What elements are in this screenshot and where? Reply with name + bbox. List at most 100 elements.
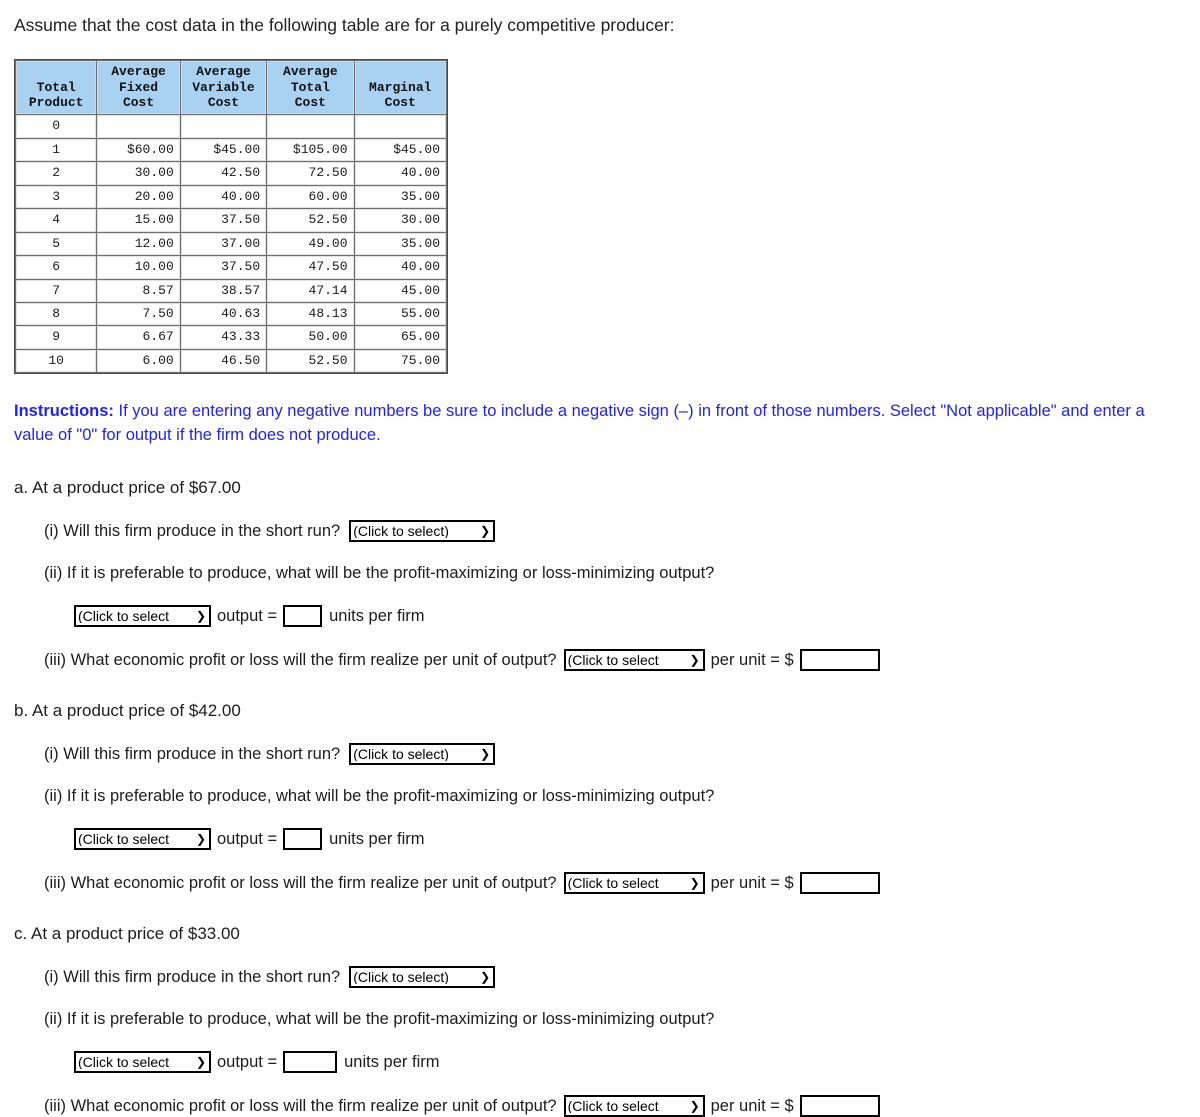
table-cell: 15.00 — [97, 209, 180, 232]
units-per-firm-label: units per firm — [344, 1052, 440, 1071]
short-run-produce-select-value: (Click to select) — [353, 747, 449, 762]
table-cell — [354, 115, 446, 138]
question-i-row: (i) Will this firm produce in the short … — [44, 966, 1200, 989]
chevron-down-icon: ❯ — [689, 876, 700, 891]
table-cell: 42.50 — [180, 162, 267, 185]
table-cell: 5 — [16, 232, 97, 256]
table-cell: 50.00 — [267, 326, 354, 349]
output-type-select[interactable]: (Click to select ❯ — [74, 828, 211, 851]
table-cell: $105.00 — [267, 138, 354, 162]
table-cell — [180, 115, 267, 138]
cost-table-header-cell: Average Fixed Cost — [97, 60, 180, 115]
profit-loss-type-select[interactable]: (Click to select ❯ — [563, 872, 705, 895]
profit-loss-type-select[interactable]: (Click to select ❯ — [563, 1095, 705, 1117]
table-cell: 40.00 — [180, 185, 267, 209]
per-unit-amount-input[interactable] — [799, 1095, 880, 1117]
table-row: 8 7.50 40.63 48.13 55.00 — [16, 302, 446, 326]
table-cell: 6.67 — [97, 326, 180, 349]
short-run-produce-select[interactable]: (Click to select) ❯ — [349, 520, 496, 543]
output-type-select-value: (Click to select — [78, 609, 170, 624]
per-unit-label: per unit = $ — [710, 650, 794, 669]
table-cell: 45.00 — [354, 279, 446, 302]
table-cell: 1 — [16, 138, 97, 162]
question-ii-row: (ii) If it is preferable to produce, wha… — [44, 564, 1200, 583]
table-row: 9 6.67 43.33 50.00 65.00 — [16, 326, 446, 349]
table-cell: 30.00 — [354, 209, 446, 232]
chevron-down-icon: ❯ — [480, 524, 491, 539]
cost-table-header-row: Total Product Average Fixed Cost Average Varia… — [16, 60, 446, 115]
chevron-down-icon: ❯ — [480, 747, 491, 762]
cost-table-body: 0 1 $60.00 $45.00 $105.00 $45.00 2 30.00 42.50 72… — [16, 115, 446, 373]
profit-loss-type-select[interactable]: (Click to select ❯ — [563, 649, 705, 672]
question-iii-row: (iii) What economic profit or loss will … — [44, 649, 1200, 672]
table-cell: 6 — [16, 256, 97, 279]
intro-text: Assume that the cost data in the followi… — [14, 15, 675, 35]
question-iii-text: (iii) What economic profit or loss will … — [44, 1096, 557, 1115]
instructions-body: If you are entering any negative numbers… — [14, 402, 1145, 445]
table-cell: 35.00 — [354, 185, 446, 209]
question-ii-answer-row: (Click to select ❯ output = units per fi… — [74, 828, 1200, 851]
table-cell: 65.00 — [354, 326, 446, 349]
chevron-down-icon: ❯ — [689, 653, 700, 668]
question-part-a: a. At a product price of $67.00 (i) Will… — [14, 478, 1200, 672]
table-cell: 10 — [16, 349, 97, 373]
question-parts: a. At a product price of $67.00 (i) Will… — [14, 478, 1200, 1117]
cost-table-header-cell: Average Total Cost — [267, 60, 354, 115]
output-quantity-input[interactable] — [283, 828, 323, 851]
question-ii-text: (ii) If it is preferable to produce, wha… — [44, 787, 715, 806]
short-run-produce-select[interactable]: (Click to select) ❯ — [349, 743, 496, 766]
table-cell: 30.00 — [97, 162, 180, 185]
table-cell: 3 — [16, 185, 97, 209]
table-cell: 40.63 — [180, 302, 267, 326]
part-heading: b. At a product price of $42.00 — [14, 701, 241, 721]
table-row: 2 30.00 42.50 72.50 40.00 — [16, 162, 446, 185]
chevron-down-icon: ❯ — [195, 609, 206, 624]
profit-loss-type-select-value: (Click to select — [567, 1099, 659, 1114]
instructions-text: Instructions: If you are entering any ne… — [14, 400, 1174, 448]
part-heading: c. At a product price of $33.00 — [14, 924, 240, 944]
question-ii-text: (ii) If it is preferable to produce, wha… — [44, 564, 715, 583]
output-type-select-value: (Click to select — [78, 832, 170, 847]
table-cell — [97, 115, 180, 138]
units-per-firm-label: units per firm — [329, 829, 425, 848]
part-heading: a. At a product price of $67.00 — [14, 478, 241, 498]
table-row: 7 8.57 38.57 47.14 45.00 — [16, 279, 446, 302]
per-unit-amount-input[interactable] — [799, 872, 880, 895]
table-row: 1 $60.00 $45.00 $105.00 $45.00 — [16, 138, 446, 162]
question-iii-text: (iii) What economic profit or loss will … — [44, 650, 557, 669]
units-per-firm-label: units per firm — [329, 606, 425, 625]
table-row: 5 12.00 37.00 49.00 35.00 — [16, 232, 446, 256]
question-part-c: c. At a product price of $33.00 (i) Will… — [14, 924, 1200, 1117]
cost-data-table: Total Product Average Fixed Cost Average Varia… — [14, 58, 448, 375]
table-cell: 43.33 — [180, 326, 267, 349]
cost-table-header-cell: Marginal Cost — [354, 60, 446, 115]
table-cell: 75.00 — [354, 349, 446, 373]
question-ii-text: (ii) If it is preferable to produce, wha… — [44, 1010, 715, 1029]
question-i-row: (i) Will this firm produce in the short … — [44, 743, 1200, 766]
table-cell: 47.14 — [267, 279, 354, 302]
table-cell: 37.00 — [180, 232, 267, 256]
table-cell: 8.57 — [97, 279, 180, 302]
question-ii-row: (ii) If it is preferable to produce, wha… — [44, 1010, 1200, 1029]
cost-table-header-cell: Average Variable Cost — [180, 60, 267, 115]
table-cell: 38.57 — [180, 279, 267, 302]
table-cell: $60.00 — [97, 138, 180, 162]
output-equals-label: output = — [217, 829, 278, 848]
table-cell: 49.00 — [267, 232, 354, 256]
chevron-down-icon: ❯ — [480, 970, 491, 985]
table-row: 4 15.00 37.50 52.50 30.00 — [16, 209, 446, 232]
table-cell: 10.00 — [97, 256, 180, 279]
table-cell: 2 — [16, 162, 97, 185]
per-unit-label: per unit = $ — [710, 873, 794, 892]
cost-table-header-cell: Total Product — [16, 60, 97, 115]
output-type-select[interactable]: (Click to select ❯ — [74, 605, 211, 628]
question-i-text: (i) Will this firm produce in the short … — [44, 967, 341, 986]
table-cell — [267, 115, 354, 138]
output-type-select[interactable]: (Click to select ❯ — [74, 1051, 211, 1074]
table-cell: 7.50 — [97, 302, 180, 326]
output-quantity-input[interactable] — [283, 605, 323, 628]
question-ii-row: (ii) If it is preferable to produce, wha… — [44, 787, 1200, 806]
output-quantity-input[interactable] — [283, 1051, 338, 1074]
short-run-produce-select[interactable]: (Click to select) ❯ — [349, 966, 496, 989]
per-unit-amount-input[interactable] — [799, 649, 880, 672]
